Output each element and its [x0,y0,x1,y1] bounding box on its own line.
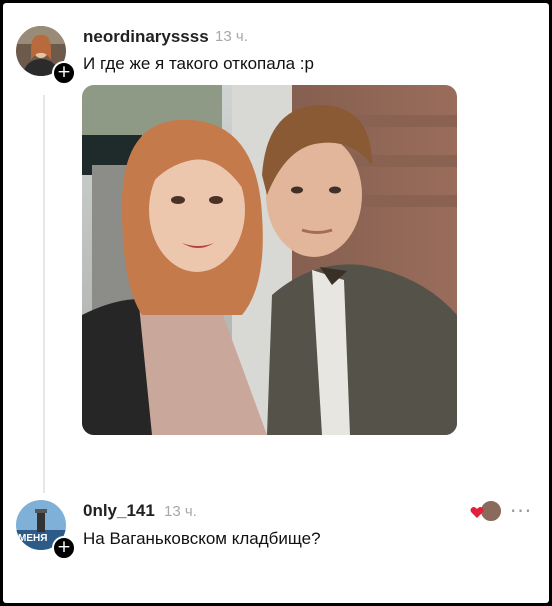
thread-line [43,95,45,493]
comment-username[interactable]: 0nly_141 [83,501,155,521]
comment-time: 13 ч. [164,503,197,520]
liked-by-author[interactable] [470,500,502,524]
comment-thread: + neordinaryssss 13 ч. И где же я такого… [3,3,549,603]
attached-photo[interactable] [82,85,457,435]
plus-icon[interactable]: + [52,536,76,560]
comment-username[interactable]: neordinaryssss [83,27,209,47]
avatar-caption: МЕНЯ [18,533,48,544]
heart-icon [470,506,484,518]
comment-text: На Ваганьковском кладбище? [83,529,321,548]
plus-icon[interactable]: + [52,61,76,85]
more-icon[interactable]: ··· [510,499,532,523]
comment-time: 13 ч. [215,28,248,45]
comment-text: И где же я такого откопала :р [83,54,314,73]
